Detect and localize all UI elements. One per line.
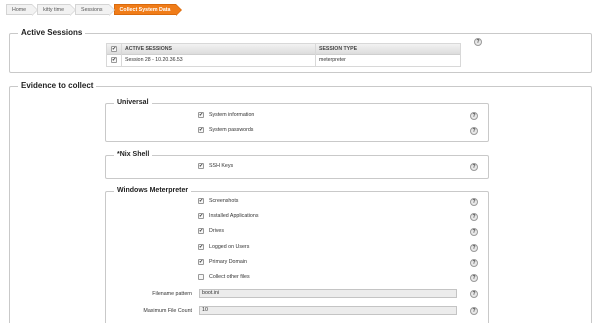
column-header-active-sessions[interactable]: ACTIVE SESSIONS <box>125 44 172 55</box>
nix-shell-group: *Nix Shell <box>105 151 489 179</box>
ssh-keys-checkbox[interactable]: ✔ <box>198 163 204 169</box>
help-icon[interactable]: ? <box>470 244 478 252</box>
select-all-checkbox[interactable]: ✔ <box>111 46 117 52</box>
help-icon[interactable]: ? <box>470 198 478 206</box>
screenshots-label: Screenshots <box>209 198 239 204</box>
universal-group: Universal <box>105 99 489 142</box>
logged-on-users-label: Logged on Users <box>209 244 250 250</box>
help-icon[interactable]: ? <box>470 163 478 171</box>
help-icon[interactable]: ? <box>470 213 478 221</box>
drives-checkbox[interactable]: ✔ <box>198 228 204 234</box>
primary-domain-checkbox[interactable]: ✔ <box>198 259 204 265</box>
breadcrumb-sessions[interactable]: Sessions <box>75 4 114 16</box>
breadcrumb-current: Collect System Data <box>113 4 183 16</box>
column-divider <box>121 44 122 67</box>
installed-applications-checkbox[interactable]: ✔ <box>198 213 204 219</box>
system-information-checkbox[interactable]: ✔ <box>198 112 204 118</box>
collect-other-files-label: Collect other files <box>209 274 250 280</box>
maximum-file-count-label: Maximum File Count <box>143 308 192 314</box>
screenshots-checkbox[interactable]: ✔ <box>198 198 204 204</box>
collect-other-files-checkbox[interactable] <box>198 274 204 280</box>
universal-title: Universal <box>114 99 152 106</box>
primary-domain-label: Primary Domain <box>209 259 247 265</box>
filename-pattern-label: Filename pattern <box>152 291 192 297</box>
ssh-keys-label: SSH Keys <box>209 163 234 169</box>
system-information-label: System information <box>209 112 255 118</box>
breadcrumb: Home kitty time Sessions Collect System … <box>6 4 183 16</box>
windows-meterpreter-group: Windows Meterpreter <box>105 187 489 323</box>
windows-meterpreter-title: Windows Meterpreter <box>114 187 192 194</box>
table-header: ✔ ACTIVE SESSIONS SESSION TYPE <box>107 44 460 55</box>
drives-label: Drives <box>209 228 225 234</box>
column-header-session-type[interactable]: SESSION TYPE <box>319 44 357 55</box>
nix-shell-title: *Nix Shell <box>114 151 153 158</box>
maximum-file-count-input[interactable]: 10 <box>199 306 457 315</box>
logged-on-users-checkbox[interactable]: ✔ <box>198 244 204 250</box>
system-passwords-checkbox[interactable]: ✔ <box>198 127 204 133</box>
help-icon[interactable]: ? <box>470 228 478 236</box>
help-icon[interactable]: ? <box>470 307 478 315</box>
filename-pattern-input[interactable]: boot.ini <box>199 289 457 298</box>
table-row[interactable]: ✔ Session 28 - 10.20.36.53 meterpreter <box>107 55 460 66</box>
help-icon[interactable]: ? <box>470 112 478 120</box>
breadcrumb-home[interactable]: Home <box>6 4 39 16</box>
system-passwords-label: System passwords <box>209 127 254 133</box>
help-icon[interactable]: ? <box>470 274 478 282</box>
row-checkbox[interactable]: ✔ <box>111 57 117 63</box>
help-icon[interactable]: ? <box>474 38 482 46</box>
active-sessions-title: Active Sessions <box>18 28 86 37</box>
breadcrumb-project[interactable]: kitty time <box>37 4 76 16</box>
evidence-title: Evidence to collect <box>18 81 97 90</box>
help-icon[interactable]: ? <box>470 127 478 135</box>
installed-applications-label: Installed Applications <box>209 213 259 219</box>
session-cell[interactable]: Session 28 - 10.20.36.53 <box>125 55 183 66</box>
column-divider <box>315 44 316 67</box>
sessions-table: ✔ ACTIVE SESSIONS SESSION TYPE ✔ Session… <box>106 43 461 67</box>
help-icon[interactable]: ? <box>470 290 478 298</box>
session-type-cell: meterpreter <box>319 57 346 63</box>
help-icon[interactable]: ? <box>470 259 478 267</box>
